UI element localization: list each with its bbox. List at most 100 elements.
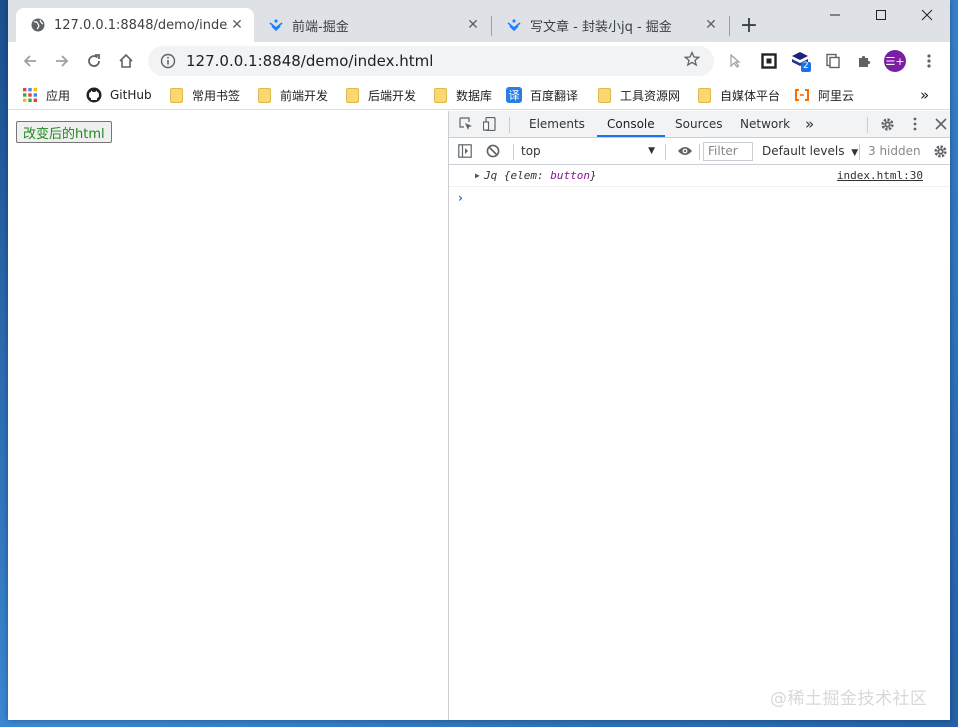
tab-title: 写文章 - 封装小jq - 掘金 xyxy=(530,19,672,35)
dropdown-arrow-icon: ▼ xyxy=(851,148,859,158)
device-toolbar-icon[interactable] xyxy=(480,115,500,133)
copy-extension-icon[interactable] xyxy=(822,50,844,72)
bookmark-label: 阿里云 xyxy=(818,88,855,103)
close-devtools-icon[interactable] xyxy=(931,115,950,133)
bookmark-aliyun[interactable]: 阿里云 xyxy=(794,85,854,105)
close-icon[interactable]: ✕ xyxy=(702,16,720,34)
bookmark-github[interactable]: GitHub xyxy=(86,85,152,105)
folder-icon xyxy=(168,87,184,103)
divider xyxy=(699,144,700,160)
console-prompt-icon[interactable]: › xyxy=(458,191,463,205)
dropdown-arrow-icon: ▼ xyxy=(648,146,655,156)
console-log-entry[interactable]: ▶ Jq {elem: button} index.html:30 xyxy=(449,166,950,187)
bookmark-folder-common[interactable]: 常用书签 xyxy=(168,85,240,105)
star-icon[interactable] xyxy=(683,50,704,71)
bookmark-label: GitHub xyxy=(110,88,152,102)
log-levels-select[interactable]: Default levels ▼ xyxy=(762,142,858,162)
info-icon[interactable] xyxy=(160,53,176,69)
bookmark-apps[interactable]: 应用 xyxy=(22,85,70,105)
bookmark-label: 百度翻译 xyxy=(530,88,579,103)
browser-toolbar: 127.0.0.1:8848/demo/index.html 2 ☰+ xyxy=(8,42,950,80)
tab-strip: 127.0.0.1:8848/demo/index.html ✕ 前端-掘金 ✕… xyxy=(8,0,950,42)
settings-gear-icon[interactable] xyxy=(877,115,897,133)
stack-extension-icon[interactable]: 2 xyxy=(790,50,812,72)
log-brace: } xyxy=(590,169,597,182)
log-value: button xyxy=(550,169,590,182)
home-button[interactable] xyxy=(112,47,140,75)
bookmark-folder-media[interactable]: 自媒体平台 xyxy=(696,85,780,105)
log-object-type: Jq xyxy=(484,169,504,182)
bookmarks-overflow-button[interactable]: » xyxy=(920,85,929,105)
eye-icon[interactable] xyxy=(675,142,695,160)
clear-console-icon[interactable] xyxy=(483,142,503,160)
expand-triangle-icon[interactable]: ▶ xyxy=(475,171,480,180)
console-settings-gear-icon[interactable] xyxy=(930,142,950,160)
globe-icon xyxy=(30,17,46,33)
log-brace: { xyxy=(503,169,511,182)
console-toolbar: top ▼ Filter Default levels ▼ 3 hidden xyxy=(449,138,950,165)
maximize-button[interactable] xyxy=(858,0,904,30)
qr-extension-icon[interactable] xyxy=(758,50,780,72)
tab-console[interactable]: Console xyxy=(597,111,665,137)
tab-juejin-write[interactable]: 写文章 - 封装小jq - 掘金 ✕ xyxy=(492,8,728,42)
bookmark-label: 工具资源网 xyxy=(620,88,681,103)
bookmark-folder-database[interactable]: 数据库 xyxy=(432,85,492,105)
tab-elements[interactable]: Elements xyxy=(529,111,585,137)
reload-button[interactable] xyxy=(80,47,108,75)
console-filter-input[interactable]: Filter xyxy=(703,142,753,161)
levels-label: Default levels xyxy=(762,144,845,158)
tab-juejin-frontend[interactable]: 前端-掘金 ✕ xyxy=(254,8,490,42)
baidu-translate-icon: 译 xyxy=(506,87,522,103)
menu-kebab-icon[interactable] xyxy=(918,50,940,72)
folder-icon xyxy=(596,87,612,103)
bookmark-folder-tools[interactable]: 工具资源网 xyxy=(596,85,680,105)
divider xyxy=(509,117,510,133)
divider xyxy=(867,117,868,133)
inspect-element-icon[interactable] xyxy=(456,115,476,133)
tab-network[interactable]: Network xyxy=(740,111,790,137)
profile-avatar[interactable]: ☰+ xyxy=(884,50,906,72)
console-sidebar-icon[interactable] xyxy=(455,142,475,160)
close-window-button[interactable] xyxy=(904,0,950,30)
tab-sources[interactable]: Sources xyxy=(675,111,722,137)
back-button[interactable] xyxy=(16,47,44,75)
extension-badge: 2 xyxy=(803,61,809,71)
github-icon xyxy=(86,87,102,103)
divider xyxy=(513,144,514,160)
changed-html-button[interactable]: 改变后的html xyxy=(16,121,112,143)
apps-grid-icon xyxy=(22,87,38,103)
juejin-logo-icon xyxy=(506,17,522,33)
juejin-logo-icon xyxy=(268,17,284,33)
bookmark-folder-frontend[interactable]: 前端开发 xyxy=(256,85,328,105)
bookmark-label: 应用 xyxy=(46,88,71,103)
tab-localhost[interactable]: 127.0.0.1:8848/demo/index.html ✕ xyxy=(16,8,254,42)
tab-divider xyxy=(729,16,730,36)
log-source-link[interactable]: index.html:30 xyxy=(837,169,923,182)
cursor-extension-icon[interactable] xyxy=(724,50,746,72)
bookmark-folder-backend[interactable]: 后端开发 xyxy=(344,85,416,105)
more-tabs-button[interactable]: » xyxy=(805,111,814,137)
page-viewport: 改变后的html xyxy=(8,111,448,720)
context-select[interactable]: top ▼ xyxy=(521,142,655,160)
address-bar[interactable]: 127.0.0.1:8848/demo/index.html xyxy=(148,46,714,76)
browser-window: 127.0.0.1:8848/demo/index.html ✕ 前端-掘金 ✕… xyxy=(8,0,950,720)
log-message: Jq {elem: button} xyxy=(484,169,597,182)
forward-button[interactable] xyxy=(48,47,76,75)
bookmark-baidu-translate[interactable]: 译 百度翻译 xyxy=(506,85,578,105)
tab-title: 127.0.0.1:8848/demo/index.html xyxy=(54,17,228,33)
log-key: elem: xyxy=(510,169,551,182)
close-icon[interactable]: ✕ xyxy=(228,16,246,34)
address-url: 127.0.0.1:8848/demo/index.html xyxy=(186,52,434,70)
puzzle-extensions-icon[interactable] xyxy=(854,50,876,72)
new-tab-button[interactable]: + xyxy=(736,14,762,40)
bookmark-label: 自媒体平台 xyxy=(720,88,781,103)
close-icon[interactable]: ✕ xyxy=(464,16,482,34)
bookmark-label: 数据库 xyxy=(456,88,493,103)
minimize-button[interactable] xyxy=(812,0,858,30)
folder-icon xyxy=(344,87,360,103)
tab-title: 前端-掘金 xyxy=(292,19,349,35)
folder-icon xyxy=(696,87,712,103)
context-value: top xyxy=(521,144,541,158)
bookmark-label: 前端开发 xyxy=(280,88,329,103)
devtools-menu-kebab-icon[interactable] xyxy=(905,115,925,133)
